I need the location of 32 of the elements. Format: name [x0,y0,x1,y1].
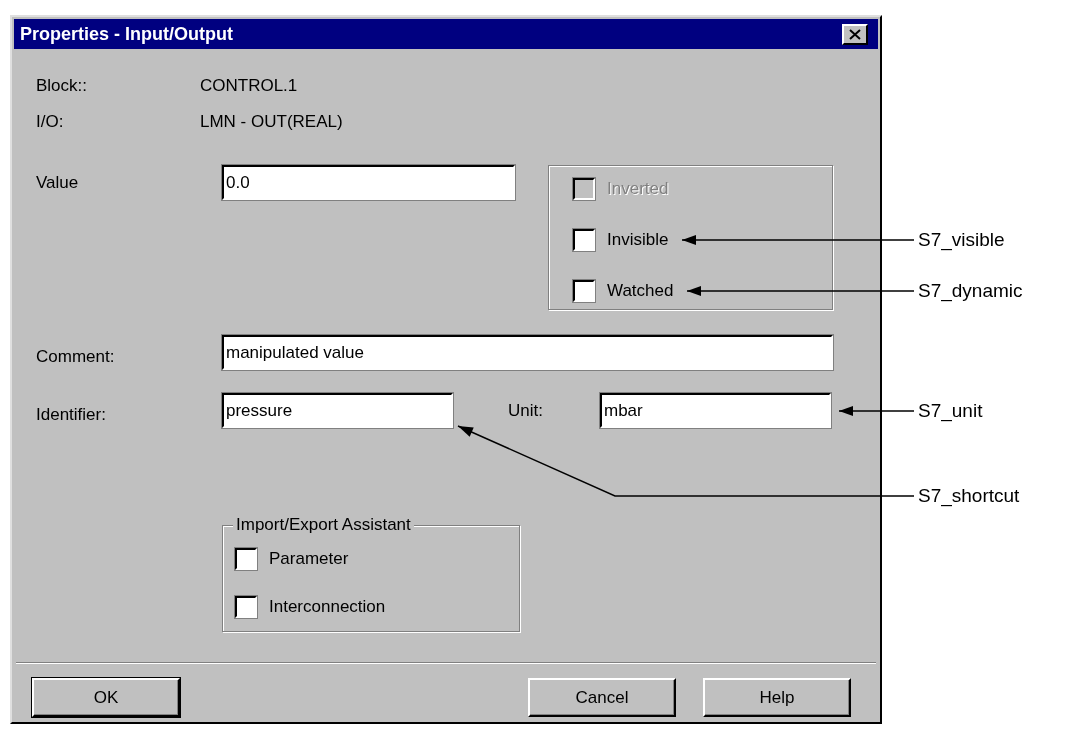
close-button[interactable] [842,23,868,45]
window-title: Properties - Input/Output [20,23,233,45]
annotation-label: S7_visible [918,228,1005,252]
comment-field[interactable]: manipulated value [222,335,833,370]
checkbox[interactable] [573,280,595,302]
checkbox-label: Invisible [607,230,669,250]
checkbox-label: Interconnection [269,597,386,617]
value-field[interactable]: 0.0 [222,165,515,200]
unit-field[interactable]: mbar [600,393,831,428]
annotation-label: S7_shortcut [918,484,1020,508]
info-value: LMN - OUT(REAL) [200,112,343,132]
info-label: Block:: [36,76,89,96]
checkbox-label: Watched [607,281,674,301]
close-icon [849,28,861,40]
checkbox-label: Inverted [607,179,669,199]
checkbox[interactable] [235,548,257,570]
field-label: Identifier: [36,403,107,425]
identifier-field[interactable]: pressure [222,393,453,428]
group-title: Import/Export Assistant [233,515,414,535]
checkbox[interactable] [573,229,595,251]
checkbox[interactable] [235,596,257,618]
field-label: Value [36,172,80,193]
dialog-button[interactable]: Cancel [528,678,676,717]
info-label: I/O: [36,112,65,132]
info-value: CONTROL.1 [200,76,298,96]
dialog-button[interactable]: OK [32,678,180,717]
dialog-button[interactable]: Help [703,678,851,717]
field-label: Unit: [507,400,544,421]
annotation-label: S7_dynamic [918,279,1023,303]
checkbox-label: Parameter [269,549,349,569]
field-label: Comment: [36,345,116,367]
annotation-label: S7_unit [918,399,983,423]
